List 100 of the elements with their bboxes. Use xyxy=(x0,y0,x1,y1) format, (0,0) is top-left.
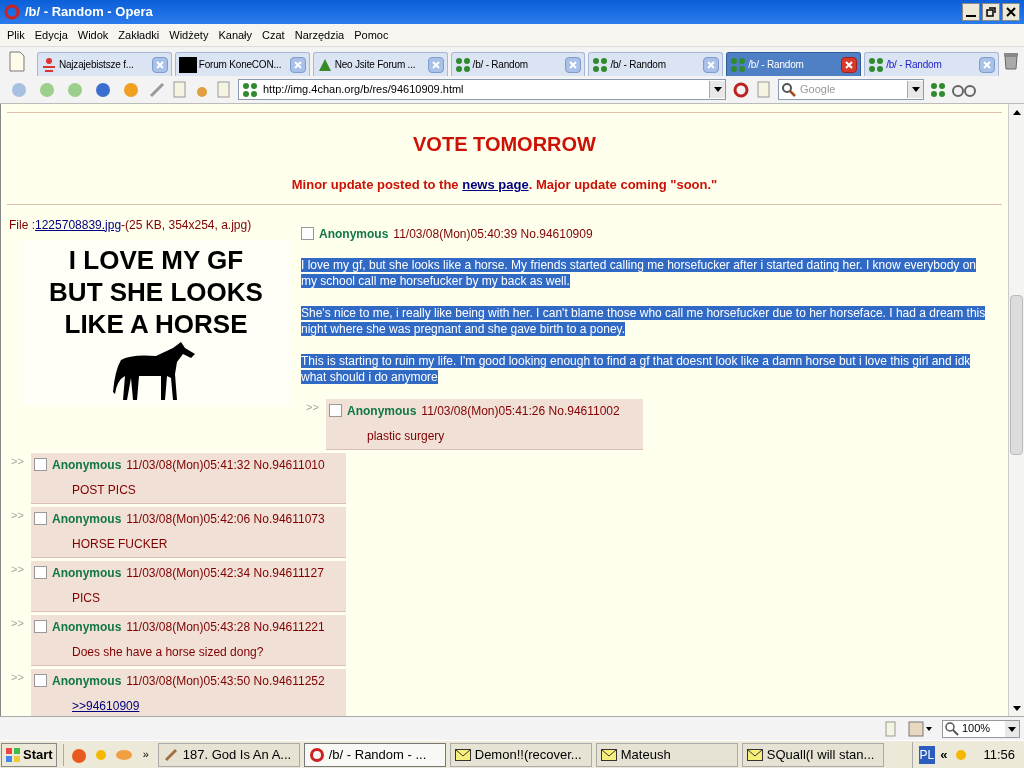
more-button[interactable]: » xyxy=(137,746,154,763)
post-date: 11/03/08(Mon)05:43:50 No.94611252 xyxy=(126,672,325,690)
address-field[interactable]: http://img.4chan.org/b/res/94610909.html xyxy=(238,79,726,100)
browser-tab[interactable]: Forum KoneCON... xyxy=(174,52,310,76)
search-field[interactable]: Google xyxy=(778,79,924,100)
post-date: 11/03/08(Mon)05:42:06 No.94611073 xyxy=(126,510,325,528)
taskbar-button[interactable]: /b/ - Random - ... xyxy=(303,742,446,767)
menu-item[interactable]: Pomoc xyxy=(349,26,394,44)
post-checkbox[interactable] xyxy=(34,674,47,687)
news-link[interactable]: news page xyxy=(462,177,529,192)
file-link[interactable]: 1225708839.jpg xyxy=(35,215,122,234)
scrollbar[interactable] xyxy=(1008,104,1024,716)
post-body: HORSE FUCKER xyxy=(72,536,168,551)
menu-item[interactable]: Kanały xyxy=(213,26,258,44)
reply-marker: >> xyxy=(11,615,25,631)
post-body: PICS xyxy=(72,590,100,605)
page-icon[interactable] xyxy=(756,80,772,99)
pen-icon[interactable] xyxy=(148,80,166,99)
close-icon xyxy=(845,60,854,69)
update-notice: Minor update posted to the news page. Major update coming "soon." xyxy=(290,176,719,194)
browser-tab[interactable]: /b/ - Random xyxy=(864,52,999,76)
restore-button[interactable] xyxy=(982,3,1000,21)
clock: 11:56 xyxy=(983,745,1015,764)
caret-icon xyxy=(911,87,920,92)
window-title: /b/ - Random - Opera xyxy=(25,3,153,22)
dropdown-button[interactable] xyxy=(907,81,923,98)
zoom-dropdown[interactable]: 100% xyxy=(942,719,1020,738)
post-checkbox[interactable] xyxy=(34,566,47,579)
post-checkbox[interactable] xyxy=(329,404,342,417)
scroll-down-icon[interactable] xyxy=(1012,705,1021,711)
banner-heading: VOTE TOMORROW xyxy=(412,132,597,157)
post-date: 11/03/08(Mon)05:41:26 No.94611002 xyxy=(421,402,620,420)
minimize-button[interactable] xyxy=(962,3,980,21)
menu-item[interactable]: Zakładki xyxy=(113,26,165,44)
caret-icon xyxy=(1005,720,1019,737)
language-indicator[interactable]: PL xyxy=(918,745,936,764)
page-icon[interactable] xyxy=(172,80,188,99)
post-paragraph: This is starting to ruin my life. I'm good looking enough to find a gf that doesnt look like a damn horse but i love this girl and idk what should i do anymore xyxy=(301,352,972,385)
reply-marker: >> xyxy=(11,507,25,523)
taskbar-button[interactable]: 187. God Is An A... xyxy=(157,742,300,767)
post-date: 11/03/08(Mon)05:43:28 No.94611221 xyxy=(126,618,325,636)
taskbar-button[interactable]: Demon!!(recover... xyxy=(449,742,592,767)
image-caption: LIKE A HORSE xyxy=(64,307,248,340)
close-button[interactable] xyxy=(1002,3,1020,21)
file-label: File : xyxy=(9,216,35,234)
opera-logo-icon[interactable] xyxy=(732,80,750,99)
browser-tab[interactable]: /b/ - Random xyxy=(726,52,862,76)
clover-icon xyxy=(930,81,946,98)
close-icon xyxy=(431,60,440,69)
image-caption: BUT SHE LOOKS xyxy=(49,275,263,308)
browser-tab[interactable]: Neo Jsite Forum ... xyxy=(312,52,448,76)
reply-marker: >> xyxy=(11,561,25,577)
browser-tab[interactable]: /b/ - Random xyxy=(588,52,724,76)
taskbar-button[interactable]: SQuall(I will stan... xyxy=(741,742,884,767)
post-body: Does she have a horse sized dong? xyxy=(72,644,264,659)
poster-name: Anonymous xyxy=(52,564,122,582)
clover-icon xyxy=(868,56,885,73)
close-icon xyxy=(569,60,578,69)
menu-item[interactable]: Edycja xyxy=(29,26,73,44)
post-checkbox[interactable] xyxy=(34,458,47,471)
post-checkbox[interactable] xyxy=(34,620,47,633)
taskbar-button[interactable]: Mateush xyxy=(595,742,738,767)
post-checkbox[interactable] xyxy=(34,512,47,525)
close-tab-button[interactable] xyxy=(841,56,858,73)
post-date: 11/03/08(Mon)05:40:39 No.94610909 xyxy=(393,225,593,243)
post-date: 11/03/08(Mon)05:42:34 No.94611127 xyxy=(126,564,324,582)
scrollbar-thumb[interactable] xyxy=(1010,295,1023,455)
menu-item[interactable]: Czat xyxy=(257,26,290,44)
expand-tray-button[interactable]: « xyxy=(940,744,948,765)
post-body: plastic surgery xyxy=(367,428,445,443)
browser-tab[interactable]: Najzajebistsze f... xyxy=(36,52,172,76)
clover-icon xyxy=(592,56,609,73)
scroll-up-icon[interactable] xyxy=(1012,109,1021,115)
file-info: -(25 KB, 354x254, a.jpg) xyxy=(121,216,252,234)
zoom-icon xyxy=(945,721,959,736)
quote-link[interactable]: >>94610909 xyxy=(72,698,140,713)
image-caption: I LOVE MY GF xyxy=(68,243,244,276)
post-paragraph: She's nice to me, i really like being with her. I can't blame those who call me horsefucker due to her horseface. I had a dream this night where she was pregnant and she gave birth to a poney. xyxy=(301,304,987,337)
post-checkbox[interactable] xyxy=(301,227,314,240)
page-icon[interactable] xyxy=(882,720,898,737)
menu-item[interactable]: Plik xyxy=(2,26,30,44)
start-button[interactable]: Start xyxy=(1,742,57,767)
clover-icon xyxy=(454,56,471,73)
browser-tab[interactable]: /b/ - Random xyxy=(450,52,586,76)
poster-name: Anonymous xyxy=(319,225,389,243)
search-input[interactable]: Google xyxy=(800,81,904,98)
poster-name: Anonymous xyxy=(52,456,122,474)
menu-item[interactable]: Widżety xyxy=(164,26,214,44)
caret-icon xyxy=(713,87,722,92)
site-icon xyxy=(242,81,258,98)
post-image[interactable]: I LOVE MY GF BUT SHE LOOKS LIKE A HORSE xyxy=(21,239,291,405)
dropdown-button[interactable] xyxy=(709,81,725,98)
person-icon xyxy=(40,56,57,73)
minimize-icon xyxy=(966,15,976,17)
menu-item[interactable]: Narzędzia xyxy=(289,26,350,44)
image-icon[interactable] xyxy=(908,720,932,737)
trash-icon[interactable] xyxy=(1002,51,1020,71)
poster-name: Anonymous xyxy=(52,618,122,636)
page-icon[interactable] xyxy=(216,80,232,99)
menu-item[interactable]: Widok xyxy=(72,26,114,44)
